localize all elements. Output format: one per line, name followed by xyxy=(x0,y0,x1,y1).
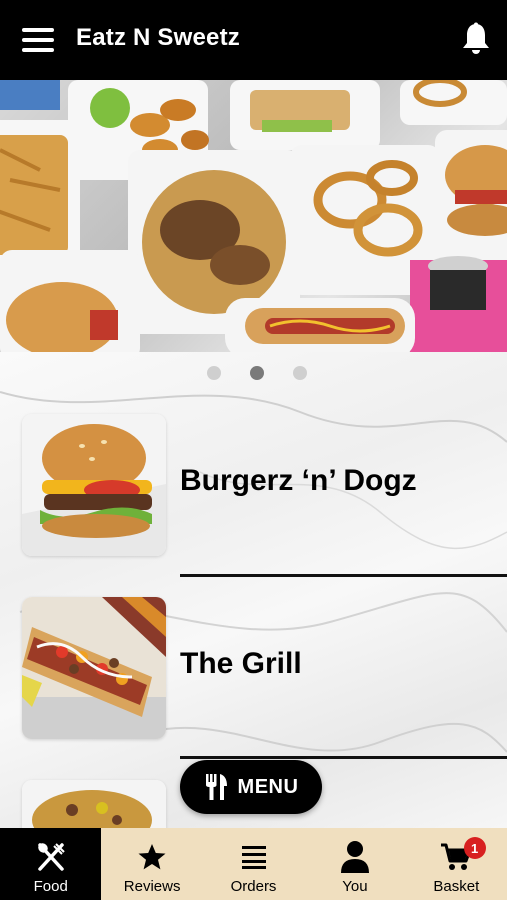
category-divider xyxy=(180,574,507,577)
tab-you[interactable]: You xyxy=(304,828,405,900)
list-icon xyxy=(241,846,266,869)
category-item-the-grill[interactable]: The Grill xyxy=(0,597,507,747)
app-header: Eatz N Sweetz xyxy=(0,0,507,80)
cart-count-badge: 1 xyxy=(463,837,486,859)
category-divider xyxy=(180,756,507,759)
category-list: Burgerz ‘n’ Dogz The Grill xyxy=(0,352,507,828)
hotdog-thumbnail xyxy=(22,597,166,739)
category-label: Burgerz ‘n’ Dogz xyxy=(180,464,417,497)
fork-knife-icon xyxy=(37,843,65,871)
star-icon xyxy=(138,844,166,870)
tab-label: Basket xyxy=(433,878,480,895)
app-title: Eatz N Sweetz xyxy=(76,24,240,51)
carousel-dot-1[interactable] xyxy=(207,366,221,380)
category-item-burgerz-n-dogz[interactable]: Burgerz ‘n’ Dogz xyxy=(0,414,507,564)
tab-label: Reviews xyxy=(123,878,181,895)
tab-label: Food xyxy=(33,878,68,895)
tab-reviews[interactable]: Reviews xyxy=(101,828,202,900)
fries-thumbnail xyxy=(22,780,166,828)
menu-button-label: MENU xyxy=(237,775,299,798)
tab-label: Orders xyxy=(230,878,277,895)
utensils-icon xyxy=(205,774,227,800)
hero-carousel-image[interactable] xyxy=(0,80,507,352)
bottom-tab-bar: Food Reviews Orders You 1 Basket xyxy=(0,828,507,900)
tab-label: You xyxy=(342,878,368,895)
carousel-dot-2[interactable] xyxy=(250,366,264,380)
category-label: The Grill xyxy=(180,647,302,680)
tab-orders[interactable]: Orders xyxy=(203,828,304,900)
hamburger-menu-icon[interactable] xyxy=(22,28,54,52)
carousel-indicator xyxy=(0,366,507,380)
burger-thumbnail xyxy=(22,414,166,556)
notification-bell-icon[interactable] xyxy=(461,22,491,56)
menu-button[interactable]: MENU xyxy=(180,760,322,814)
food-spread-illustration xyxy=(0,80,507,352)
carousel-dot-3[interactable] xyxy=(293,366,307,380)
person-icon xyxy=(340,841,369,873)
tab-food[interactable]: Food xyxy=(0,828,102,900)
tab-basket[interactable]: 1 Basket xyxy=(406,828,507,900)
